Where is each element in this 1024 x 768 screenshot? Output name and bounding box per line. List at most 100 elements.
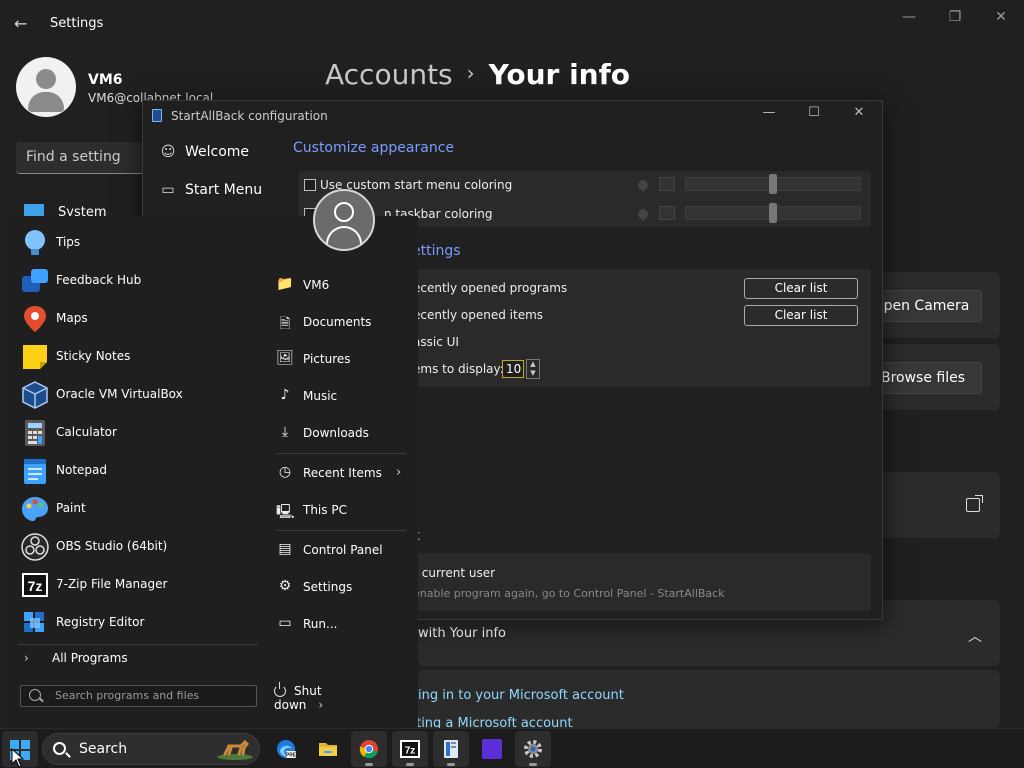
document-icon: 🗎 (279, 316, 291, 332)
settings-gear-icon (524, 740, 542, 758)
find-setting-input[interactable]: Find a setting (16, 142, 146, 174)
folder-user-icon: 📁 (276, 276, 294, 292)
taskbar-search-label: Search (79, 741, 128, 757)
taskbar-file-explorer[interactable] (310, 731, 346, 767)
obs-icon (21, 533, 49, 561)
app-item-tips[interactable]: Tips (18, 224, 258, 262)
clock-icon: ◷ (278, 464, 292, 480)
taskbar-settings[interactable] (515, 731, 551, 767)
place-item-recent-items[interactable]: ◷ Recent Items › (276, 460, 411, 490)
app-item-maps[interactable]: Maps (18, 300, 258, 338)
chevron-up-icon[interactable]: ︿ (968, 626, 982, 646)
shutdown-button[interactable]: Shut down › (274, 682, 374, 712)
control-panel-icon: ▤ (278, 541, 292, 557)
picture-icon: 🖼 (276, 350, 294, 366)
taskbar-edge-beta[interactable]: PRE (268, 731, 304, 767)
app-item-feedback-hub[interactable]: Feedback Hub (18, 262, 258, 300)
place-item-this-pc[interactable]: 🖳 This PC (276, 497, 411, 527)
taskbar-purple-app[interactable] (474, 731, 510, 767)
place-item-pictures[interactable]: 🖼 Pictures (276, 346, 411, 376)
sab-close-button[interactable]: ✕ (839, 105, 879, 120)
items-count-stepper[interactable]: ▲ ▼ (526, 359, 540, 379)
close-button[interactable]: ✕ (978, 6, 1024, 28)
sab-minimize-button[interactable]: — (749, 105, 789, 120)
start-search-input[interactable]: Search programs and files (20, 685, 257, 707)
sab-nav-start-menu[interactable]: ▭ Start Menu (159, 182, 262, 198)
run-icon: ▭ (278, 615, 292, 631)
taskbar-opacity-thumb[interactable] (769, 203, 777, 223)
place-item-control-panel[interactable]: ▤ Control Panel (276, 537, 411, 567)
place-item-settings[interactable]: ⚙ Settings (276, 574, 411, 604)
feedback-hub-icon (22, 269, 48, 292)
place-item-run[interactable]: ▭ Run... (276, 611, 411, 641)
color-swatch[interactable] (659, 177, 675, 191)
breadcrumb: Accounts › Your info (325, 58, 630, 91)
app-label: OBS Studio (64bit) (56, 539, 168, 553)
music-note-icon: ♪ (280, 387, 290, 403)
app-item-virtualbox[interactable]: Oracle VM VirtualBox (18, 376, 258, 414)
app-label: Notepad (56, 463, 107, 477)
start-coloring-checkbox[interactable] (304, 179, 316, 191)
place-label: Music (303, 389, 338, 403)
app-item-obs[interactable]: OBS Studio (64bit) (18, 528, 258, 566)
color-swatch[interactable] (659, 206, 675, 220)
search-icon (53, 742, 66, 755)
microsoft-account-link[interactable]: ing in to your Microsoft account (418, 688, 624, 703)
taskbar-chrome[interactable] (351, 731, 387, 767)
mouse-cursor-icon (11, 748, 25, 768)
recent-programs-label: ecently opened programs (413, 281, 568, 295)
back-arrow-icon[interactable]: ← (14, 14, 27, 33)
place-item-downloads[interactable]: ⤓ Downloads (276, 420, 411, 450)
app-item-calculator[interactable]: Calculator (18, 414, 258, 452)
sab-maximize-button[interactable]: ☐ (794, 105, 834, 120)
app-label: Paint (56, 501, 86, 515)
svg-text:7z: 7z (405, 746, 416, 757)
breadcrumb-accounts[interactable]: Accounts (325, 58, 453, 91)
current-user-panel (406, 553, 871, 611)
related-header: with Your info (418, 626, 506, 641)
place-label: This PC (303, 503, 347, 517)
app-purple-icon (482, 739, 502, 759)
all-programs-button[interactable]: › All Programs (24, 651, 128, 665)
customize-appearance-heading: Customize appearance (293, 140, 454, 156)
app-item-notepad[interactable]: Notepad (18, 452, 258, 490)
taskbar-startallback[interactable] (433, 731, 469, 767)
items-count-input[interactable]: 10 (502, 360, 524, 378)
current-user-label: r current user (413, 566, 496, 580)
place-item-music[interactable]: ♪ Music (276, 383, 411, 413)
start-opacity-thumb[interactable] (769, 174, 777, 194)
sticky-notes-icon (23, 345, 47, 369)
user-name: VM6 (88, 72, 123, 88)
svg-text:PRE: PRE (286, 753, 296, 759)
restore-button[interactable]: ❐ (932, 6, 978, 28)
taskbar-7zip[interactable]: 7z (392, 731, 428, 767)
place-label: Run... (303, 617, 338, 631)
start-divider (18, 644, 258, 645)
app-item-sticky-notes[interactable]: Sticky Notes (18, 338, 258, 376)
app-item-7zip[interactable]: 7z 7-Zip File Manager (18, 566, 258, 604)
app-label: Sticky Notes (56, 349, 131, 363)
app-item-registry-editor[interactable]: Registry Editor (18, 604, 258, 642)
app-label: Feedback Hub (56, 273, 142, 287)
place-item-user-folder[interactable]: 📁 VM6 (276, 272, 411, 302)
place-label: VM6 (303, 278, 330, 292)
all-programs-label: All Programs (52, 651, 128, 665)
place-label: Pictures (303, 352, 351, 366)
taskbar-search[interactable]: Search (42, 733, 260, 765)
clear-programs-button[interactable]: Clear list (744, 278, 858, 299)
minimize-button[interactable]: — (886, 6, 932, 28)
chevron-right-icon: › (24, 651, 29, 665)
app-item-paint[interactable]: Paint (18, 490, 258, 528)
7zip-icon: 7z (22, 573, 48, 597)
place-label: Recent Items (303, 466, 382, 480)
chevron-right-icon[interactable]: › (318, 698, 323, 712)
gear-icon: ⚙ (278, 578, 292, 594)
settings-heading: ettings (412, 243, 461, 259)
file-explorer-icon (319, 743, 337, 756)
clear-items-button[interactable]: Clear list (744, 305, 858, 326)
sab-nav-welcome[interactable]: ☺ Welcome (159, 144, 249, 160)
place-item-documents[interactable]: 🗎 Documents (276, 309, 411, 339)
start-menu-user-avatar[interactable] (313, 189, 375, 251)
startallback-icon (444, 740, 458, 758)
settings-titlebar: ← Settings — ❐ ✕ (0, 0, 1024, 48)
